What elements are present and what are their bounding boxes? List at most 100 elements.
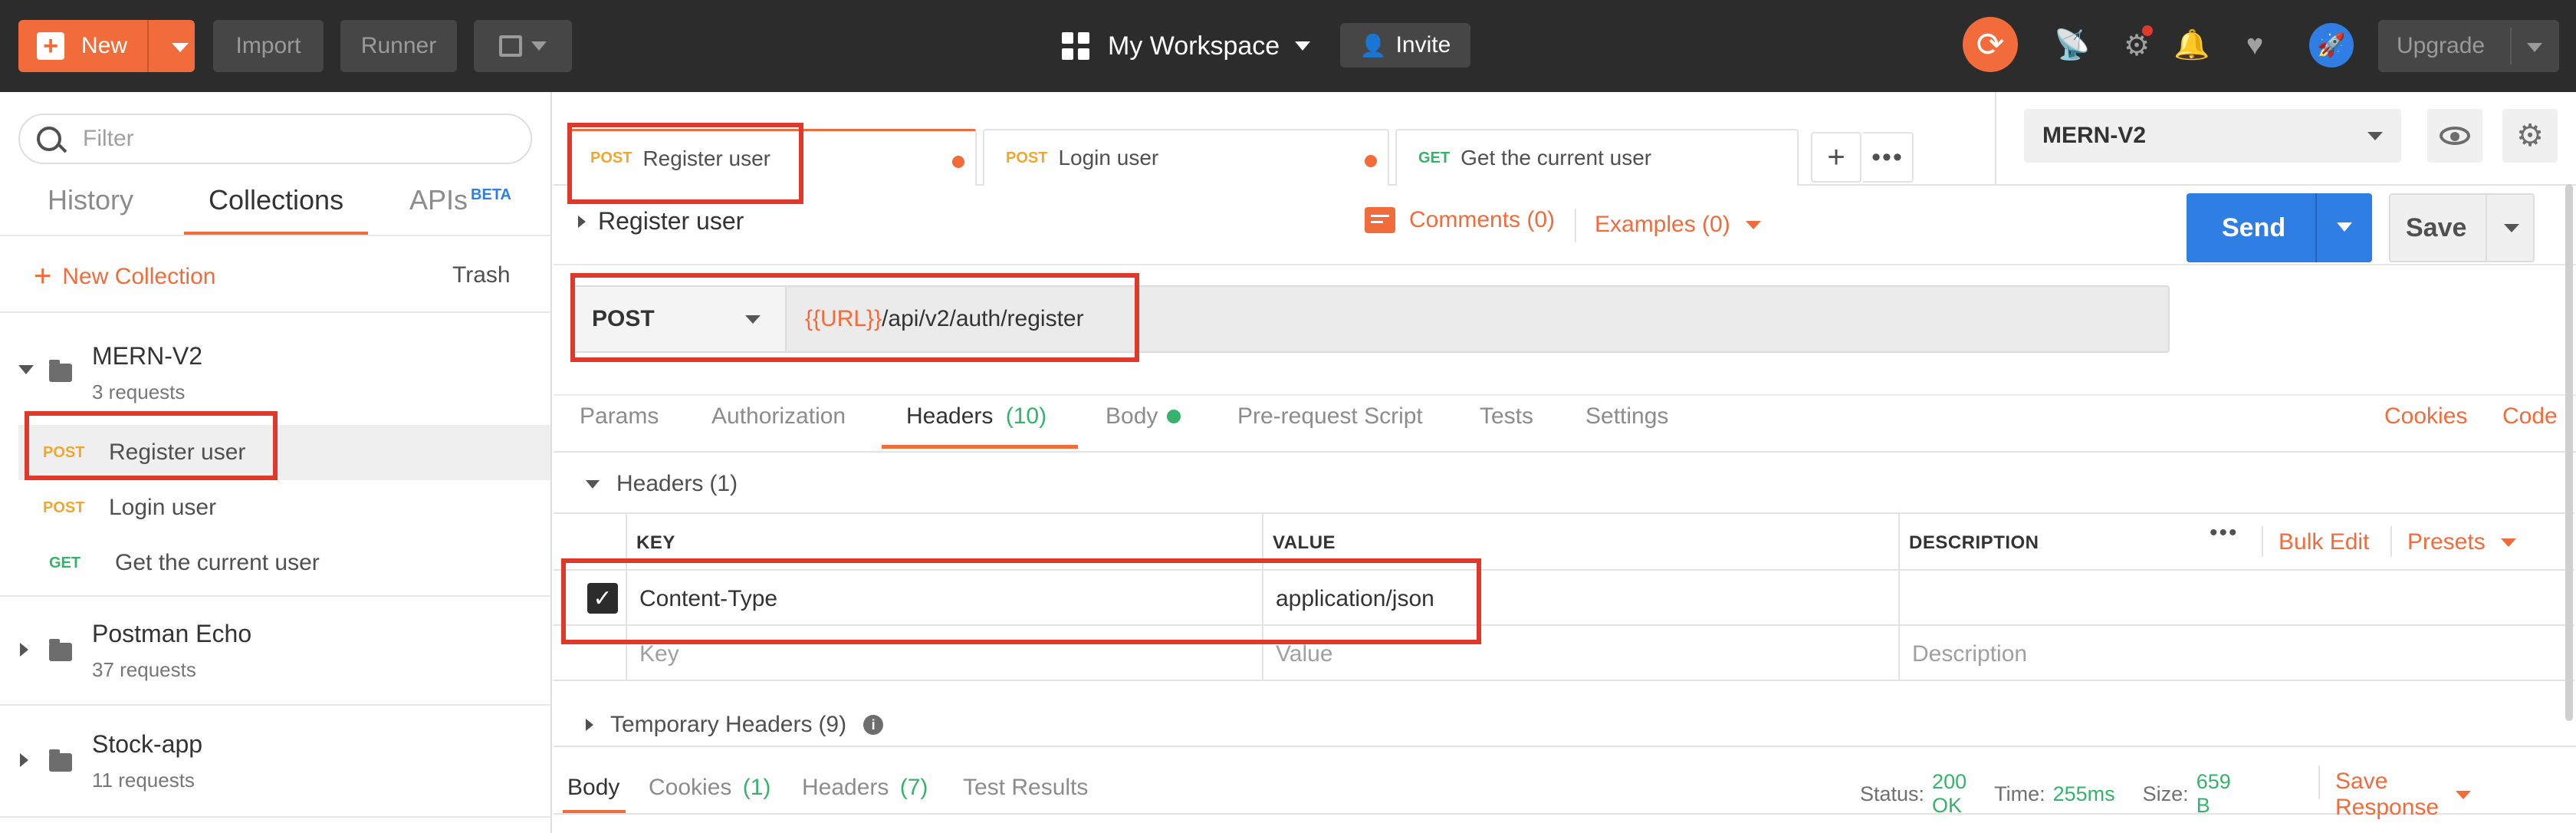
chevron-down-icon[interactable] [2337, 222, 2352, 232]
invite-button[interactable]: 👤 Invite [1340, 23, 1470, 67]
send-button[interactable]: Send [2187, 193, 2372, 262]
tab-authorization[interactable]: Authorization [711, 403, 846, 430]
temporary-headers-count: (9) [818, 712, 847, 737]
request-name: Get the current user [115, 550, 320, 575]
request-item-get-current-user[interactable]: GET Get the current user [18, 535, 550, 591]
response-tab-test-results[interactable]: Test Results [963, 775, 1088, 801]
tab-tests[interactable]: Tests [1480, 403, 1533, 430]
notification-interceptor-icon[interactable]: ⚙ [2118, 25, 2156, 64]
tab-get-current-user[interactable]: GET Get the current user [1395, 129, 1799, 186]
collection-name: MERN-V2 [92, 342, 203, 370]
collection-stock-app[interactable]: Stock-app 11 requests [0, 706, 550, 816]
response-cookies-count: (1) [742, 775, 771, 800]
folder-icon [49, 639, 72, 661]
headers-section-toggle[interactable]: Headers (1) [586, 471, 738, 497]
status-label: Status: [1860, 782, 1925, 805]
new-window-button[interactable] [474, 20, 572, 72]
request-item-login-user[interactable]: POST Login user [18, 480, 550, 535]
folder-icon [49, 749, 72, 772]
satellite-icon[interactable]: 📡 [2053, 26, 2091, 64]
response-tab-headers[interactable]: Headers (7) [802, 775, 928, 801]
collection-count: 11 requests [92, 769, 195, 792]
tab-pre-request-script[interactable]: Pre-request Script [1237, 403, 1423, 430]
method-badge: POST [1006, 149, 1048, 166]
sidebar: Filter History Collections APIs BETA + Ne… [0, 92, 552, 833]
environment-quick-look-button[interactable] [2427, 109, 2482, 163]
status-value[interactable]: 200 OK [1932, 770, 1967, 818]
folder-icon [49, 360, 72, 382]
environment-select[interactable]: MERN-V2 [2024, 109, 2401, 163]
comments-label: Comments (0) [1409, 207, 1556, 232]
divider [1995, 92, 1996, 186]
temporary-headers-toggle[interactable]: Temporary Headers (9) i [586, 712, 884, 738]
new-button-divider [147, 20, 149, 72]
add-tab-button[interactable]: + [1811, 132, 1861, 183]
tab-history[interactable]: History [48, 184, 133, 230]
response-tab-body[interactable]: Body [567, 775, 619, 801]
chevron-down-icon[interactable] [18, 365, 34, 374]
tab-collections[interactable]: Collections [209, 184, 343, 230]
request-name: Login user [109, 495, 217, 520]
tab-headers-label: Headers [906, 403, 994, 429]
response-headers-count: (7) [899, 775, 928, 800]
request-title[interactable]: Register user [578, 207, 744, 235]
chevron-down-icon[interactable] [2504, 224, 2519, 232]
save-divider [2486, 195, 2487, 261]
chevron-down-icon [2367, 132, 2383, 140]
more-icon: ••• [1871, 142, 1904, 172]
eye-icon [2440, 127, 2470, 145]
request-title-label: Register user [598, 207, 744, 235]
plus-icon: + [34, 259, 52, 293]
divider [0, 235, 550, 236]
new-collection-button[interactable]: + New Collection [34, 259, 215, 294]
tab-settings[interactable]: Settings [1585, 403, 1668, 430]
new-header-key-input[interactable]: Key [639, 641, 679, 667]
chevron-right-icon [578, 215, 586, 228]
search-icon [37, 127, 67, 153]
save-label: Save [2406, 212, 2467, 242]
manage-environments-button[interactable]: ⚙ [2502, 109, 2558, 163]
scrollbar[interactable] [2565, 184, 2573, 721]
tab-apis[interactable]: APIs BETA [409, 184, 511, 230]
collection-name: Stock-app [92, 730, 203, 758]
tab-headers[interactable]: Headers (10) [906, 403, 1046, 430]
save-button[interactable]: Save [2389, 193, 2535, 262]
tab-params[interactable]: Params [580, 403, 659, 430]
import-button[interactable]: Import [213, 20, 324, 72]
collection-postman-echo[interactable]: Postman Echo 37 requests [0, 597, 550, 707]
sync-icon[interactable]: ⟳ [1963, 17, 2018, 72]
beta-badge: BETA [471, 186, 511, 203]
upgrade-button[interactable]: Upgrade [2378, 20, 2559, 72]
tab-body[interactable]: Body [1106, 403, 1181, 430]
body-indicator-dot [1167, 410, 1181, 423]
chevron-down-icon [531, 41, 547, 51]
method-badge: GET [49, 554, 81, 571]
add-user-icon: 👤 [1359, 33, 1387, 58]
trash-button[interactable]: Trash [452, 262, 511, 288]
divider [0, 816, 550, 818]
tab-login-user[interactable]: POST Login user [983, 129, 1389, 186]
unsaved-dot [1365, 155, 1377, 167]
new-header-value-input[interactable]: Value [1276, 641, 1333, 667]
runner-button[interactable]: Runner [340, 20, 457, 72]
comment-icon [1365, 207, 1395, 233]
info-icon[interactable]: i [863, 715, 884, 735]
more-tabs-button[interactable]: ••• [1863, 132, 1914, 183]
headers-section-title: Headers [616, 471, 704, 496]
headers-section-count: (1) [709, 471, 738, 496]
rocket-icon[interactable]: 🚀 [2309, 23, 2354, 67]
divider [1898, 512, 1900, 681]
new-button[interactable]: + New [18, 20, 195, 72]
chevron-down-icon[interactable] [172, 43, 189, 52]
workspace-switcher[interactable]: My Workspace [1062, 20, 1311, 72]
filter-input[interactable]: Filter [18, 114, 532, 164]
unsaved-dot [952, 156, 964, 168]
heart-icon[interactable]: ♥ [2236, 26, 2274, 64]
response-tab-cookies[interactable]: Cookies (1) [649, 775, 770, 801]
chevron-right-icon[interactable] [20, 643, 28, 657]
examples-dropdown[interactable]: Examples (0) [1575, 209, 1761, 242]
column-header-value: VALUE [1273, 532, 1336, 553]
chevron-right-icon[interactable] [20, 753, 28, 767]
bell-icon[interactable]: 🔔 [2173, 26, 2211, 64]
comments-button[interactable]: Comments (0) [1365, 207, 1555, 233]
